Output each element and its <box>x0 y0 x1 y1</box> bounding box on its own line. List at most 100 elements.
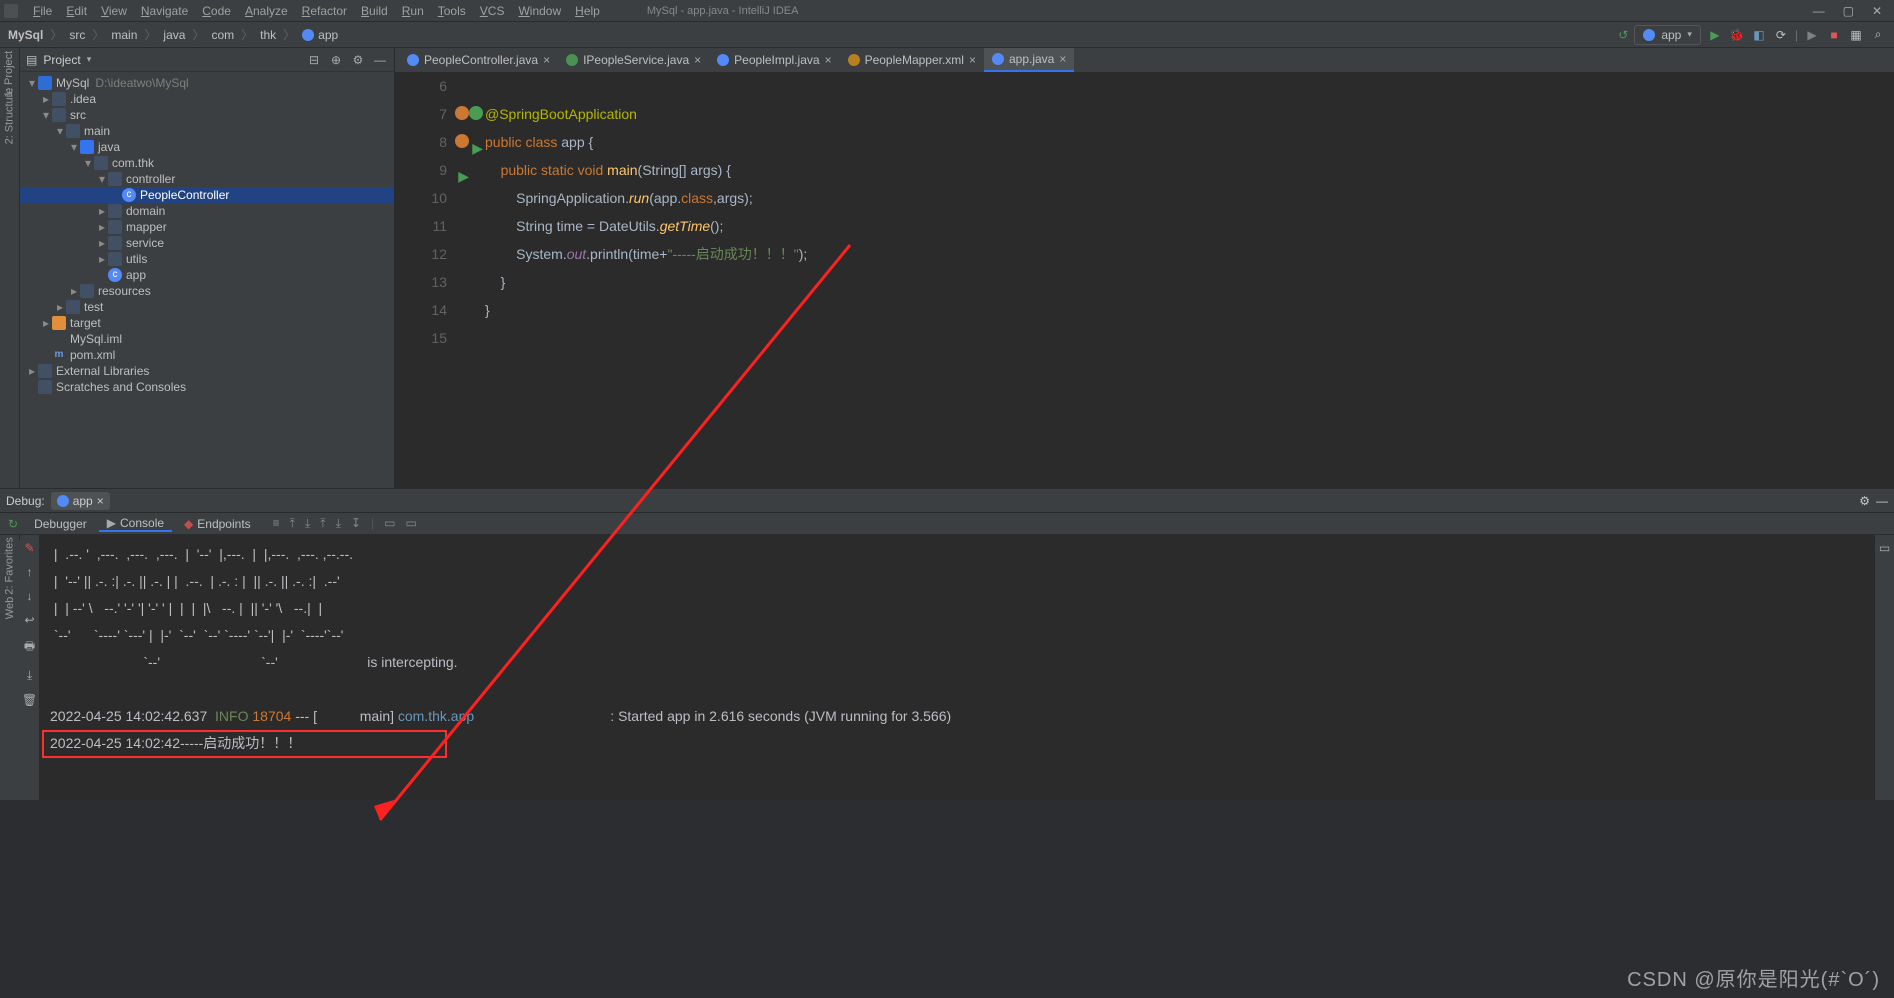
tab-console[interactable]: ▶Console <box>99 516 172 532</box>
menu-analyze[interactable]: Analyze <box>238 4 295 18</box>
trash-icon[interactable]: 🗑 <box>22 693 37 707</box>
run-anything-button[interactable]: ▶ <box>1804 28 1820 42</box>
tree-service[interactable]: ▸service <box>20 235 394 251</box>
project-tree[interactable]: ▾MySqlD:\ideatwo\MySql▸.idea▾src▾main▾ja… <box>20 72 394 398</box>
c-icon[interactable]: ⤒ <box>320 516 325 531</box>
menu-view[interactable]: View <box>94 4 134 18</box>
tree-mysql-iml[interactable]: MySql.iml <box>20 331 394 347</box>
menu-navigate[interactable]: Navigate <box>134 4 195 18</box>
debug-button[interactable]: 🐞 <box>1729 28 1745 42</box>
b-icon[interactable]: ⤓ <box>305 516 310 531</box>
tab-ipeopleservice-java[interactable]: IPeopleService.java× <box>558 48 709 72</box>
tree-peoplecontroller[interactable]: cPeopleController <box>20 187 394 203</box>
up-icon[interactable]: ↑ <box>27 565 33 579</box>
debug-run-tag[interactable]: app × <box>51 492 110 510</box>
tab-peoplemapper-xml[interactable]: PeopleMapper.xml× <box>840 48 984 72</box>
profile-button[interactable]: ⟳ <box>1773 28 1789 42</box>
breadcrumb-app[interactable]: app <box>318 28 338 42</box>
tree-java[interactable]: ▾java <box>20 139 394 155</box>
print-icon[interactable]: 🖶 <box>24 637 35 658</box>
close-button[interactable]: ✕ <box>1872 4 1882 18</box>
f-icon[interactable]: ▭ <box>384 516 395 531</box>
rerun-icon[interactable]: ↻ <box>4 517 22 531</box>
toggle-icon[interactable]: ▭ <box>1879 541 1890 555</box>
tab-app-java[interactable]: app.java× <box>984 48 1074 72</box>
menu-help[interactable]: Help <box>568 4 607 18</box>
breadcrumb-main[interactable]: main <box>111 28 137 42</box>
breadcrumb: MySql〉src〉main〉java〉com〉thk〉app <box>8 26 338 43</box>
menu-edit[interactable]: Edit <box>59 4 94 18</box>
tree-external-libraries[interactable]: ▸External Libraries <box>20 363 394 379</box>
menu-file[interactable]: File <box>26 4 59 18</box>
menu-code[interactable]: Code <box>195 4 238 18</box>
a-icon[interactable]: ⤒ <box>290 516 295 531</box>
tree-domain[interactable]: ▸domain <box>20 203 394 219</box>
tab-peopleimpl-java[interactable]: PeopleImpl.java× <box>709 48 839 72</box>
toolwin-web-tab[interactable]: Web <box>4 597 16 619</box>
tree-target[interactable]: ▸target <box>20 315 394 331</box>
console-output[interactable]: | .--. ' ,---. ,---. ,---. | '--' |,---.… <box>40 535 1874 800</box>
tab-peoplecontroller-java[interactable]: PeopleController.java× <box>399 48 558 72</box>
tree-mapper[interactable]: ▸mapper <box>20 219 394 235</box>
close-icon[interactable]: × <box>97 494 104 508</box>
menu-run[interactable]: Run <box>395 4 431 18</box>
close-icon[interactable]: × <box>543 53 550 67</box>
breadcrumb-src[interactable]: src <box>69 28 85 42</box>
code-editor[interactable]: 678▶9▶101112131415 @SpringBootApplicatio… <box>395 72 1894 488</box>
toolwin-structure-tab[interactable]: 2: Structure <box>4 88 16 145</box>
d-icon[interactable]: ⤓ <box>336 516 341 531</box>
settings-icon[interactable]: ⚙ <box>350 53 366 67</box>
minimize-button[interactable]: — <box>1813 4 1825 18</box>
settings-icon[interactable]: ⚙ <box>1859 494 1870 508</box>
hide-icon[interactable]: — <box>372 53 388 67</box>
breadcrumb-mysql[interactable]: MySql <box>8 28 43 42</box>
menu-tools[interactable]: Tools <box>431 4 473 18</box>
run-config-combo[interactable]: app ▾ <box>1634 25 1701 45</box>
toolwin-favorites-tab[interactable]: 2: Favorites <box>4 537 16 594</box>
close-icon[interactable]: × <box>1059 52 1066 66</box>
tree-src[interactable]: ▾src <box>20 107 394 123</box>
menu-build[interactable]: Build <box>354 4 395 18</box>
breadcrumb-thk[interactable]: thk <box>260 28 276 42</box>
wrap-icon[interactable]: ↩ <box>24 613 34 627</box>
build-icon[interactable]: ↺ <box>1618 28 1628 42</box>
chevron-down-icon[interactable]: ▾ <box>87 54 92 65</box>
hide-icon[interactable]: — <box>1876 494 1888 508</box>
search-everywhere-button[interactable]: ⌕ <box>1870 27 1886 42</box>
tree-com-thk[interactable]: ▾com.thk <box>20 155 394 171</box>
close-icon[interactable]: × <box>694 53 701 67</box>
scroll-icon[interactable]: ⤓ <box>27 668 32 683</box>
menu-refactor[interactable]: Refactor <box>295 4 354 18</box>
maximize-button[interactable]: ▢ <box>1843 4 1854 18</box>
tab-debugger[interactable]: Debugger <box>26 517 95 531</box>
coverage-button[interactable]: ◧ <box>1751 28 1767 42</box>
menu-window[interactable]: Window <box>511 4 568 18</box>
close-icon[interactable]: × <box>825 53 832 67</box>
breadcrumb-java[interactable]: java <box>163 28 185 42</box>
menu-vcs[interactable]: VCS <box>473 4 512 18</box>
layout-button[interactable]: ▦ <box>1848 28 1864 42</box>
tree-pom-xml[interactable]: mpom.xml <box>20 347 394 363</box>
code-body[interactable]: @SpringBootApplication public class app … <box>455 72 807 488</box>
down-icon[interactable]: ↓ <box>27 589 33 603</box>
edit-icon[interactable]: ✎ <box>24 541 34 555</box>
stop-button[interactable]: ■ <box>1826 28 1842 42</box>
run-button[interactable]: ▶ <box>1707 28 1723 42</box>
tree-main[interactable]: ▾main <box>20 123 394 139</box>
tree-utils[interactable]: ▸utils <box>20 251 394 267</box>
tree-app[interactable]: capp <box>20 267 394 283</box>
collapse-all-icon[interactable]: ⊟ <box>306 53 322 67</box>
e-icon[interactable]: ↧ <box>351 516 361 531</box>
tab-endpoints[interactable]: ◆Endpoints <box>176 517 259 531</box>
step-icon[interactable]: ≡ <box>273 516 280 531</box>
breadcrumb-com[interactable]: com <box>211 28 234 42</box>
g-icon[interactable]: ▭ <box>405 516 416 531</box>
tree-test[interactable]: ▸test <box>20 299 394 315</box>
tree-mysql[interactable]: ▾MySqlD:\ideatwo\MySql <box>20 75 394 91</box>
tree--idea[interactable]: ▸.idea <box>20 91 394 107</box>
tree-scratches-and-consoles[interactable]: Scratches and Consoles <box>20 379 394 395</box>
tree-controller[interactable]: ▾controller <box>20 171 394 187</box>
expand-all-icon[interactable]: ⊕ <box>328 53 344 67</box>
tree-resources[interactable]: ▸resources <box>20 283 394 299</box>
close-icon[interactable]: × <box>969 53 976 67</box>
